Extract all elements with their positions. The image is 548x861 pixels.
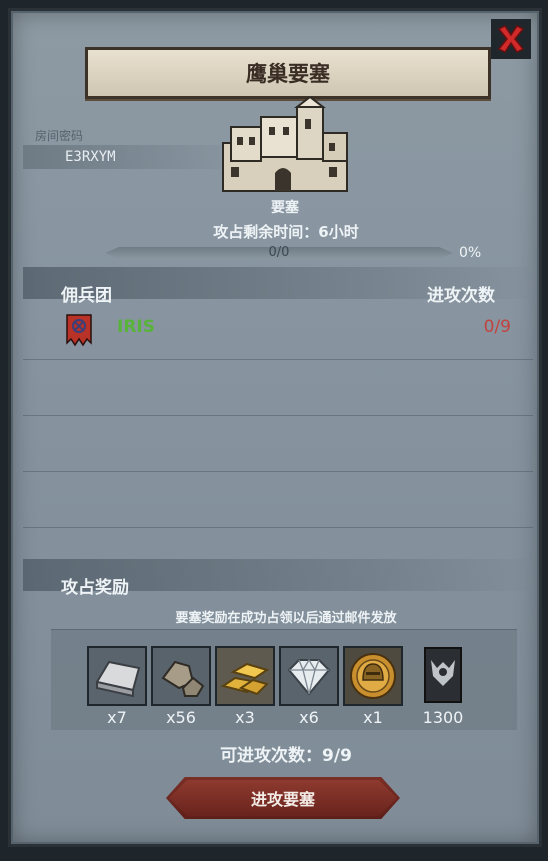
remaining-attempts: 可进攻次数：9/9 [220,746,352,766]
table-row[interactable]: IRIS 0/9 [23,303,533,360]
castle-icon [222,97,348,192]
helmet-medal-icon [350,653,396,699]
reward-item[interactable] [279,646,339,706]
reward-qty: x6 [299,708,319,727]
reward-qty: x1 [363,708,383,727]
table-row [23,359,533,416]
fortress-dialog: 鹰巢要塞 房间密码 E3RXYM 要塞 攻占剩余时间：6小时 0/0 0% 佣兵… [8,8,542,847]
progress-percent: 0% [459,245,482,261]
title-banner: 鹰巢要塞 [85,47,491,99]
reward-item[interactable] [423,646,463,706]
silver-ingot-icon [95,660,141,698]
table-row [23,471,533,528]
rewards-list: x7 x56 x3 x6 x1 1300 [51,629,517,730]
attack-fortress-button[interactable]: 进攻要塞 [166,777,400,819]
guild-name: IRIS [117,317,155,337]
page-title: 鹰巢要塞 [246,62,330,86]
reward-item[interactable] [151,646,211,706]
reward-item[interactable] [87,646,147,706]
rewards-title: 攻占奖励 [61,578,129,598]
reward-qty: x3 [235,708,255,727]
mercenary-token-icon [424,647,462,703]
close-icon [497,25,525,53]
reward-item[interactable] [343,646,403,706]
gold-bars-icon [220,662,270,696]
table-row [23,415,533,472]
room-password-label: 房间密码 [35,129,84,143]
guild-banner-icon [66,314,92,347]
ore-icon [161,660,205,697]
time-remaining: 攻占剩余时间：6小时 [213,223,359,241]
progress-count: 0/0 [268,245,290,260]
reward-qty: 1300 [422,708,464,727]
guild-attack-count: 0/9 [483,317,511,337]
fortress-name: 要塞 [271,200,299,216]
reward-qty: x7 [107,708,127,727]
room-code: E3RXYM [23,145,221,169]
attack-fortress-label: 进攻要塞 [250,790,315,809]
rewards-note: 要塞奖励在成功占领以后通过邮件发放 [175,611,397,626]
close-button[interactable] [491,19,531,59]
reward-item[interactable] [215,646,275,706]
diamond-icon [287,658,331,696]
reward-qty: x56 [166,708,196,727]
